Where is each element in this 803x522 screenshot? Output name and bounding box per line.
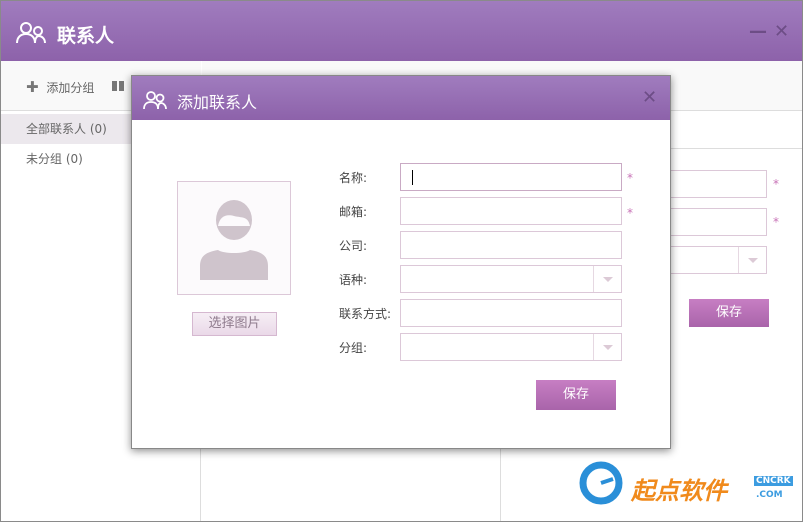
bg-save-button[interactable]: 保存 [689,299,769,327]
text-cursor [412,170,413,185]
company-label: 公司: [339,239,368,253]
minimize-icon[interactable]: — [749,21,767,42]
add-contact-dialog: 添加联系人 ✕ 选择图片 名称: * 邮箱: * 公司: 语种: 联系方式: 分… [131,75,671,449]
chevron-down-icon [593,334,621,360]
add-group-button[interactable]: ✚ 添加分组 [26,78,94,96]
email-input[interactable] [400,197,622,225]
chevron-down-icon [738,247,766,273]
plus-icon: ✚ [26,78,39,96]
contact-method-input[interactable] [400,299,622,327]
grid-icon[interactable] [112,81,124,91]
contacts-icon [16,22,46,44]
language-label: 语种: [339,273,368,287]
window-title: 联系人 [57,25,115,47]
required-mark: * [627,206,633,220]
choose-image-button[interactable]: 选择图片 [192,312,277,336]
title-bar: 联系人 — ✕ [1,1,802,61]
dialog-title: 添加联系人 [177,93,258,112]
close-icon[interactable]: ✕ [774,21,789,42]
add-group-label: 添加分组 [46,81,95,95]
group-label: 分组: [339,341,368,355]
contacts-icon [143,91,167,110]
dialog-close-icon[interactable]: ✕ [642,87,657,108]
company-input[interactable] [400,231,622,259]
save-button[interactable]: 保存 [536,380,616,410]
name-input[interactable] [400,163,622,191]
avatar-placeholder [177,181,291,295]
required-mark: * [773,177,779,191]
person-icon [200,200,268,280]
dialog-title-bar: 添加联系人 ✕ [132,76,670,120]
required-mark: * [627,171,633,185]
chevron-down-icon [593,266,621,292]
required-mark: * [773,215,779,229]
group-select[interactable] [400,333,622,361]
contact-method-label: 联系方式: [339,307,392,321]
logo-icon [579,461,623,505]
language-select[interactable] [400,265,622,293]
watermark-logo: 起点软件 CNCRK .COM [579,461,794,511]
email-label: 邮箱: [339,205,368,219]
name-label: 名称: [339,171,368,185]
